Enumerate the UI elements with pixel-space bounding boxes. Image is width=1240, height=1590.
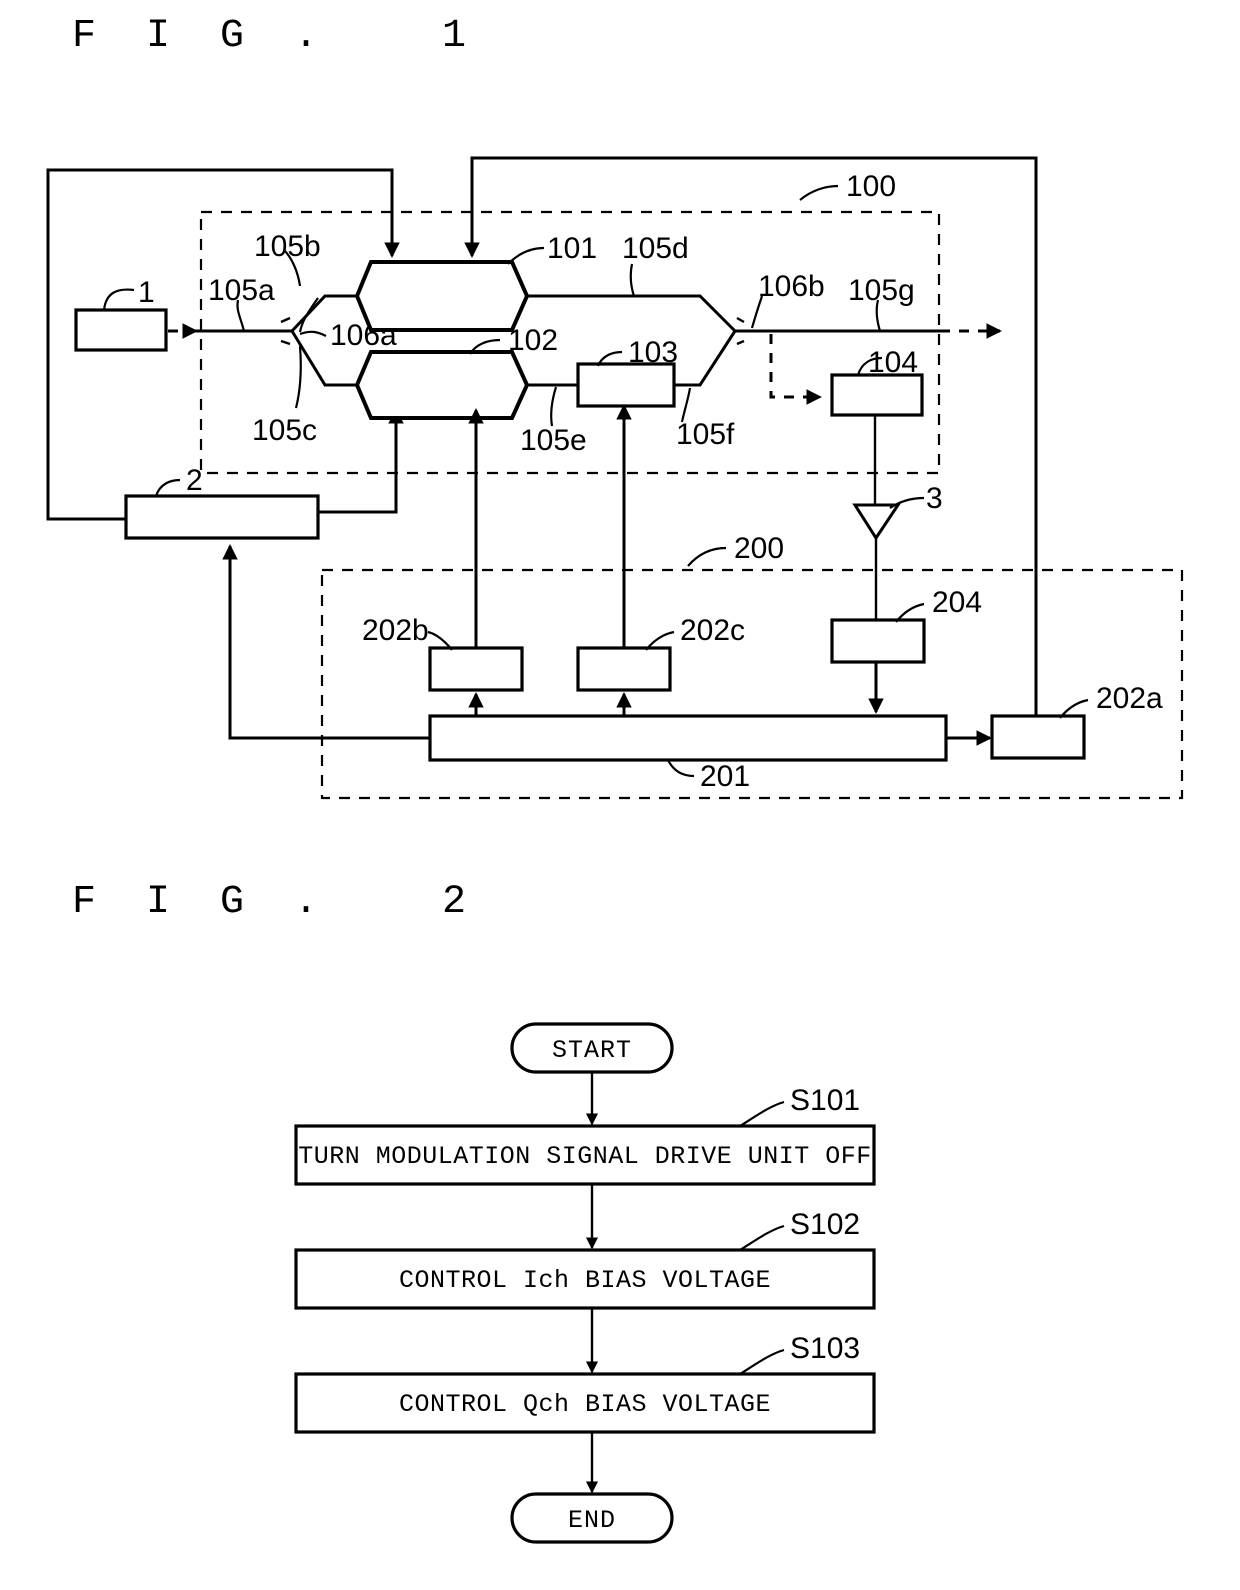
- leader-200: [687, 546, 727, 567]
- ref-label-s103: S103: [790, 1332, 860, 1365]
- ref-label-103: 103: [628, 336, 678, 369]
- ref-label-204: 204: [932, 586, 982, 619]
- waveguide-105f: [674, 330, 737, 387]
- leader-s102: [739, 1224, 785, 1251]
- ref-label-105b: 105b: [254, 230, 321, 263]
- leader-201: [667, 759, 695, 778]
- figure-2-title: F I G . 2: [72, 880, 480, 925]
- light-source-box-1: [74, 308, 168, 352]
- ref-label-202c: 202c: [680, 614, 745, 647]
- ref-label-105g: 105g: [848, 274, 915, 307]
- ref-label-105a: 105a: [208, 274, 275, 307]
- ref-label-105c: 105c: [252, 414, 317, 447]
- combiner-tick-a: [736, 316, 745, 324]
- flow-label-start: START: [552, 1036, 632, 1065]
- leader-105e: [550, 386, 558, 427]
- amplifier-triangle-3: [852, 503, 901, 541]
- ref-label-101: 101: [547, 232, 597, 265]
- leader-106a: [299, 330, 327, 337]
- adc-box-204: [830, 618, 926, 664]
- figure-1-diagram: 1 105a 105b 105c 106a 101 105d 102 105e …: [46, 156, 1184, 800]
- leader-2: [154, 478, 181, 497]
- ref-label-3: 3: [926, 482, 943, 515]
- ref-label-s102: S102: [790, 1208, 860, 1241]
- ref-label-106b: 106b: [758, 270, 825, 303]
- dac-box-202a: [990, 714, 1086, 760]
- splitter-tick-a: [280, 316, 291, 324]
- ref-label-105f: 105f: [676, 418, 735, 451]
- patent-figure-page: F I G . 1 1 105a 105b 105c 106a 101 105d…: [0, 0, 1240, 1546]
- flow-label-s102: CONTROL Ich BIAS VOLTAGE: [399, 1266, 771, 1295]
- feedback-path-to-mzm-102: [318, 408, 404, 514]
- leader-100: [799, 184, 839, 201]
- ref-label-s101: S101: [790, 1084, 860, 1117]
- ref-label-105d: 105d: [622, 232, 689, 265]
- leader-1: [102, 288, 135, 311]
- phase-shifter-box-103: [576, 362, 676, 408]
- leader-s103: [739, 1348, 785, 1375]
- ref-label-200: 200: [734, 532, 784, 565]
- flow-label-s103: CONTROL Qch BIAS VOLTAGE: [399, 1390, 771, 1419]
- controller-bar-201: [428, 714, 948, 762]
- leader-105c: [294, 345, 302, 409]
- ref-label-102: 102: [508, 324, 558, 357]
- ref-label-202b: 202b: [362, 614, 429, 647]
- dac-box-202c: [576, 646, 672, 692]
- flow-label-end: END: [568, 1506, 616, 1535]
- leader-105d: [629, 263, 636, 297]
- dac-box-202b: [428, 646, 524, 692]
- ref-label-201: 201: [700, 760, 750, 793]
- ref-label-1: 1: [138, 276, 155, 309]
- splitter-tick-b: [280, 339, 291, 346]
- flow-label-s101: TURN MODULATION SIGNAL DRIVE UNIT OFF: [298, 1142, 872, 1171]
- waveguide-105d: [527, 294, 737, 333]
- ref-label-105e: 105e: [520, 424, 587, 457]
- figure-2-flowchart: START TURN MODULATION SIGNAL DRIVE UNIT …: [294, 1022, 876, 1544]
- leader-s101: [739, 1100, 785, 1127]
- ref-label-2: 2: [186, 464, 203, 497]
- mzm-hexagon-102: [354, 350, 530, 420]
- drive-unit-box-2: [124, 494, 320, 540]
- ref-label-100: 100: [846, 170, 896, 203]
- monitor-tap-dashed-path: [769, 334, 822, 405]
- photodetector-box-104: [830, 373, 924, 417]
- mzm-hexagon-101: [354, 260, 530, 332]
- combiner-tick-b: [736, 339, 745, 346]
- ref-label-104: 104: [868, 346, 918, 379]
- leader-105f: [680, 387, 692, 423]
- ref-label-202a: 202a: [1096, 682, 1163, 715]
